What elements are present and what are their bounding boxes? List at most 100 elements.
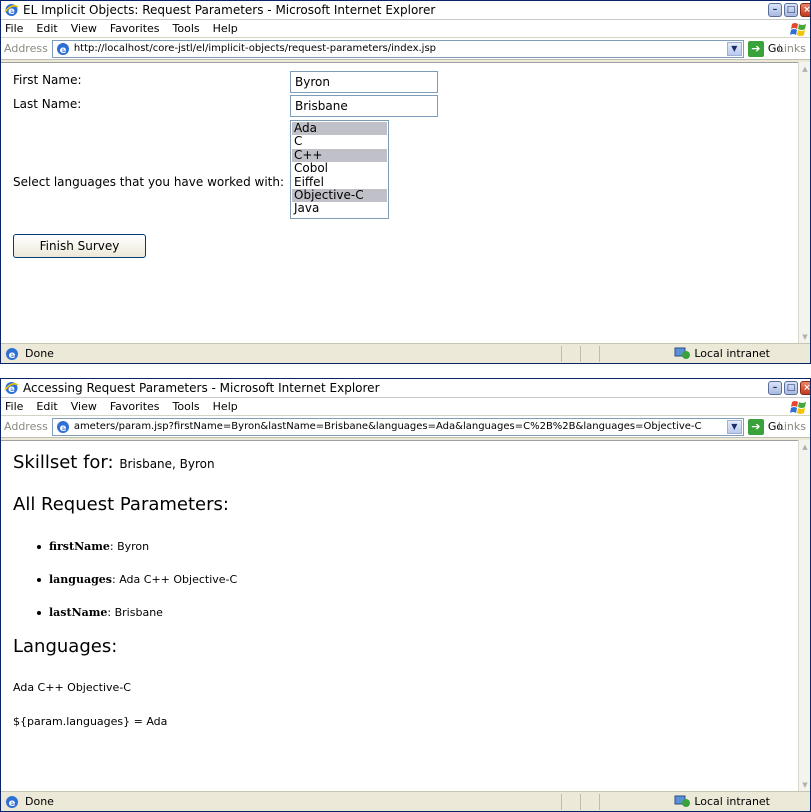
minimize-button[interactable]: – (768, 381, 782, 395)
scroll-down-icon[interactable]: ▼ (800, 332, 810, 342)
page-done-icon: e (6, 347, 18, 361)
languages-heading: Languages: (13, 636, 118, 657)
menu-view[interactable]: View (71, 22, 97, 35)
results-browser-window: e Accessing Request Parameters - Microso… (0, 378, 811, 812)
window-title: EL Implicit Objects: Request Parameters … (23, 3, 436, 17)
first-name-label: First Name: (13, 73, 82, 87)
param-expression: ${param.languages} = Ada (13, 715, 168, 728)
first-name-input[interactable] (290, 71, 438, 93)
language-option[interactable]: Java (292, 201, 387, 215)
address-label: Address (4, 420, 48, 433)
menu-view[interactable]: View (71, 400, 97, 413)
skillset-name: Brisbane, Byron (119, 457, 215, 471)
intranet-icon (674, 347, 691, 359)
title-bar[interactable]: e EL Implicit Objects: Request Parameter… (1, 1, 810, 20)
param-key: lastName (49, 606, 108, 619)
menu-file[interactable]: File (5, 400, 23, 413)
address-bar: Address e ameters/param.jsp?firstName=By… (1, 416, 810, 438)
zone-text: Local intranet (694, 794, 770, 808)
menu-bar: File Edit View Favorites Tools Help (1, 20, 810, 38)
menu-help[interactable]: Help (213, 400, 238, 413)
zone-text: Local intranet (694, 346, 770, 360)
page-icon: e (56, 420, 69, 434)
title-bar[interactable]: e Accessing Request Parameters - Microso… (1, 379, 810, 398)
languages-listbox[interactable]: Ada C C++ Cobol Eiffel Objective-C Java (290, 120, 389, 219)
svg-text:e: e (9, 798, 16, 809)
close-button[interactable]: × (800, 381, 810, 395)
ie-icon: e (4, 381, 19, 395)
menu-edit[interactable]: Edit (36, 22, 57, 35)
param-key: firstName (49, 540, 110, 553)
skillset-heading: Skillset for: Brisbane, Byron (13, 452, 215, 473)
last-name-label: Last Name: (13, 97, 82, 111)
menu-help[interactable]: Help (213, 22, 238, 35)
scroll-up-icon[interactable]: ▲ (800, 442, 810, 452)
menu-favorites[interactable]: Favorites (110, 400, 160, 413)
maximize-button[interactable]: □ (784, 381, 798, 395)
svg-text:e: e (59, 423, 66, 434)
links-button[interactable]: Links (778, 42, 806, 55)
security-zone[interactable]: Local intranet (673, 794, 770, 808)
address-bar: Address e http://localhost/core-jstl/el/… (1, 38, 810, 60)
menu-edit[interactable]: Edit (36, 400, 57, 413)
ie-icon: e (4, 3, 19, 17)
page-done-icon: e (6, 795, 18, 809)
scroll-up-icon[interactable]: ▲ (800, 64, 810, 74)
windows-logo-icon (790, 401, 806, 414)
language-option[interactable]: Eiffel (292, 175, 387, 189)
finish-survey-button[interactable]: Finish Survey (13, 234, 146, 258)
svg-text:e: e (9, 350, 16, 361)
address-input[interactable]: e ameters/param.jsp?firstName=Byron&last… (51, 417, 744, 436)
language-option[interactable]: Ada (292, 121, 387, 136)
last-name-input[interactable] (290, 95, 438, 117)
param-value: : Brisbane (107, 606, 163, 619)
status-bar: e Done Local intranet (1, 343, 810, 363)
links-button[interactable]: Links (778, 420, 806, 433)
menu-favorites[interactable]: Favorites (110, 22, 160, 35)
address-url: http://localhost/core-jstl/el/implicit-o… (73, 43, 437, 54)
language-option[interactable]: C (292, 134, 387, 148)
close-button[interactable]: × (800, 3, 810, 17)
menu-bar: File Edit View Favorites Tools Help (1, 398, 810, 416)
param-item-lastname: lastName: Brisbane (37, 606, 163, 619)
param-value: : Ada C++ Objective-C (112, 573, 238, 586)
language-option[interactable]: Objective-C (292, 188, 387, 203)
param-item-languages: languages: Ada C++ Objective-C (37, 573, 237, 586)
svg-text:e: e (59, 45, 66, 56)
page-icon: e (56, 42, 69, 56)
skillset-heading-label: Skillset for: (13, 452, 114, 473)
window-title: Accessing Request Parameters - Microsoft… (23, 381, 380, 395)
go-arrow-icon: ➔ (747, 40, 764, 57)
go-arrow-icon: ➔ (747, 418, 764, 435)
menu-tools[interactable]: Tools (173, 400, 200, 413)
address-url: ameters/param.jsp?firstName=Byron&lastNa… (73, 421, 702, 432)
address-input[interactable]: e http://localhost/core-jstl/el/implicit… (51, 39, 744, 58)
status-separators (561, 794, 600, 810)
languages-label: Select languages that you have worked wi… (13, 175, 285, 189)
vertical-scrollbar[interactable]: ▲ ▼ (798, 440, 810, 792)
param-key: languages (49, 573, 113, 586)
security-zone[interactable]: Local intranet (673, 346, 770, 360)
param-value: : Byron (109, 540, 150, 553)
menu-tools[interactable]: Tools (173, 22, 200, 35)
all-params-heading: All Request Parameters: (13, 494, 229, 515)
chevron-down-icon[interactable]: ▼ (726, 41, 742, 56)
status-separators (561, 346, 600, 362)
status-text: Done (25, 795, 54, 808)
languages-line: Ada C++ Objective-C (13, 681, 131, 694)
scroll-down-icon[interactable]: ▼ (800, 780, 810, 790)
intranet-icon (674, 795, 691, 807)
language-option[interactable]: C++ (292, 148, 387, 163)
chevron-down-icon[interactable]: ▼ (726, 419, 742, 434)
bullet-icon (37, 611, 41, 615)
language-option[interactable]: Cobol (292, 161, 387, 175)
page-content: Skillset for: Brisbane, Byron All Reques… (1, 440, 798, 792)
menu-file[interactable]: File (5, 22, 23, 35)
status-bar: e Done Local intranet (1, 791, 810, 811)
page-content: First Name: Last Name: Select languages … (1, 62, 798, 344)
minimize-button[interactable]: – (768, 3, 782, 17)
vertical-scrollbar[interactable]: ▲ ▼ (798, 62, 810, 344)
address-label: Address (4, 42, 48, 55)
maximize-button[interactable]: □ (784, 3, 798, 17)
bullet-icon (37, 578, 41, 582)
